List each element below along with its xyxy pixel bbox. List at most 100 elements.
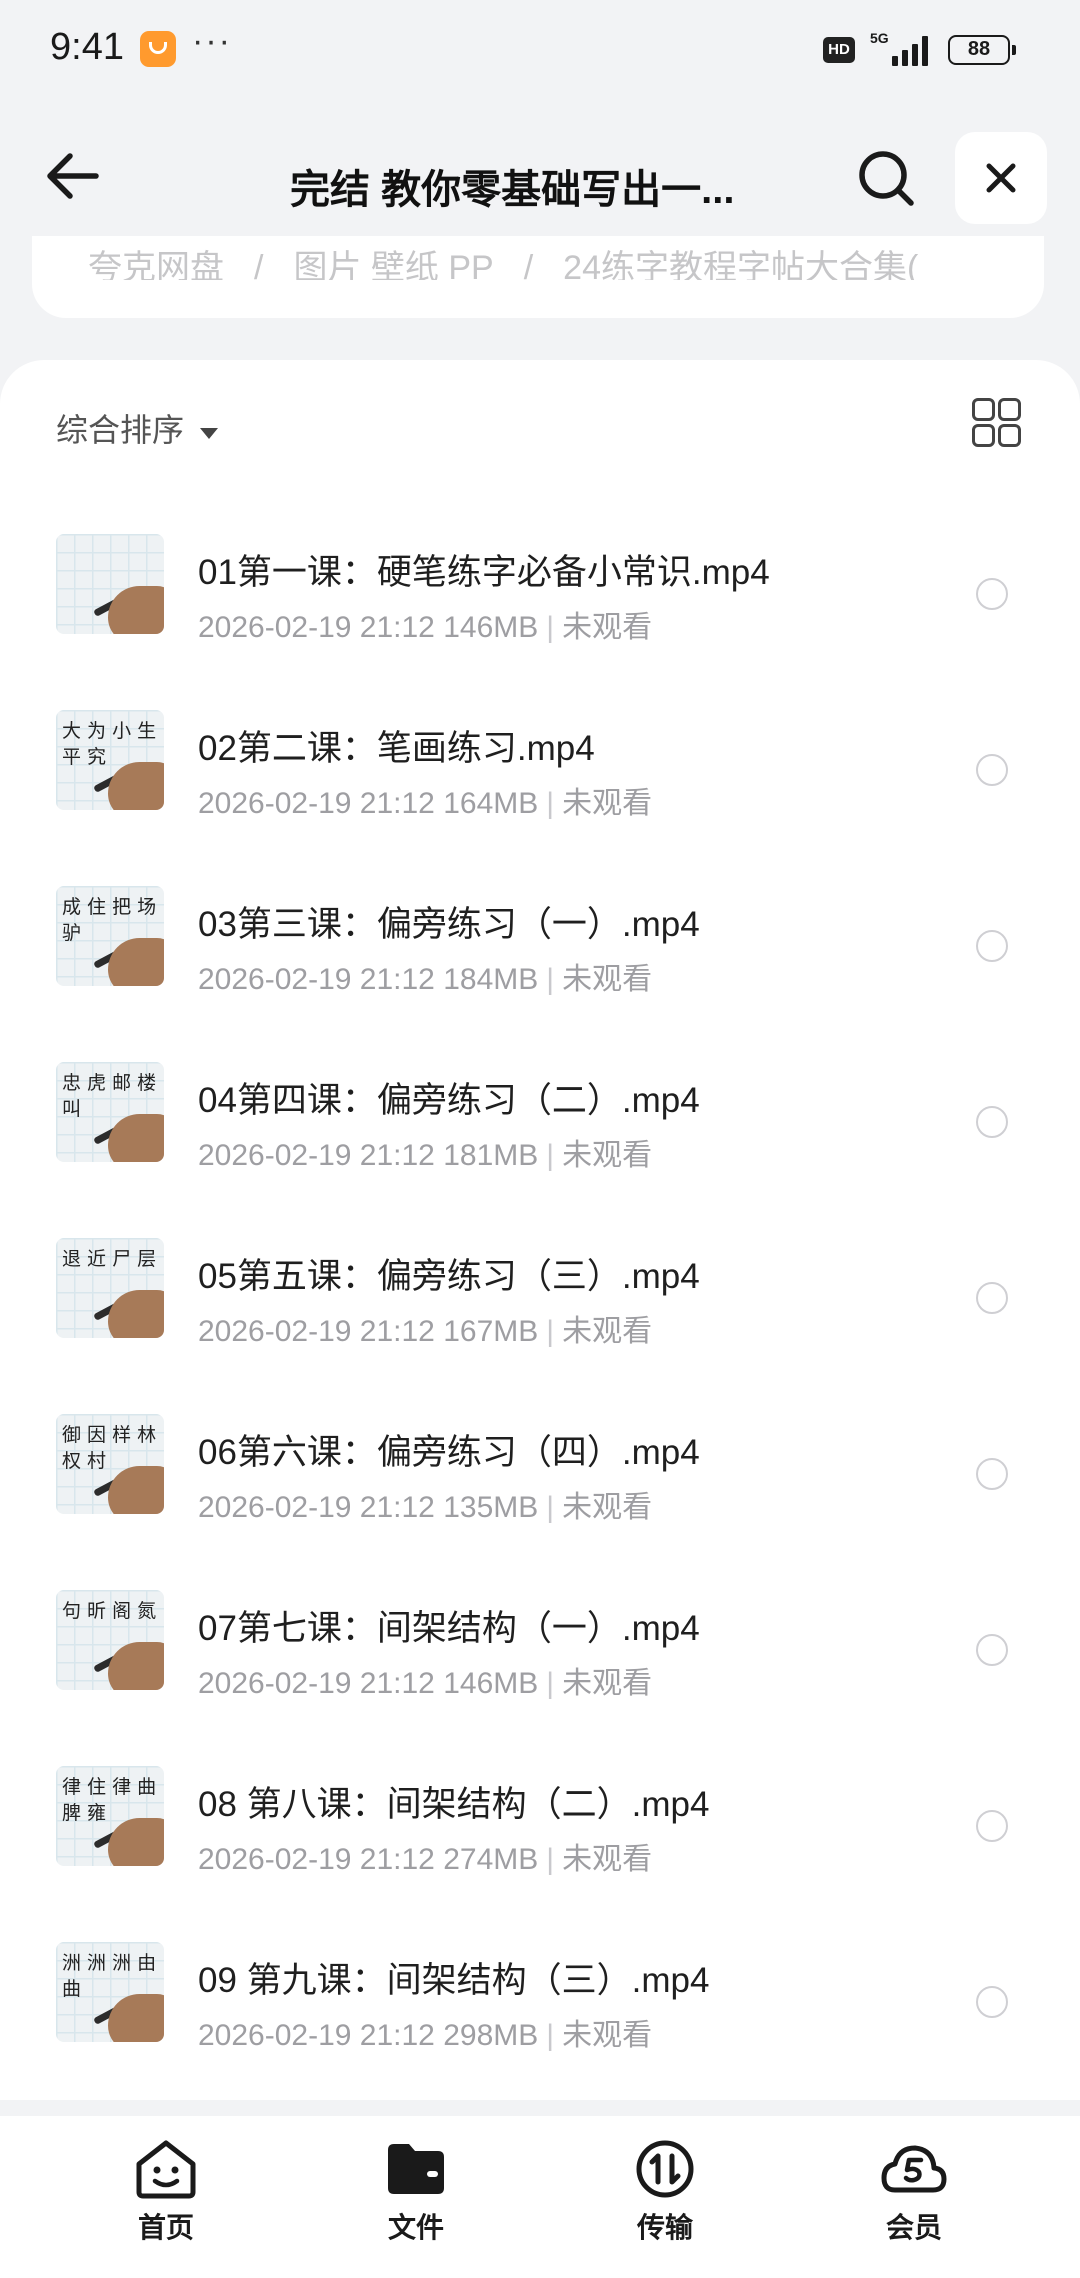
close-icon <box>986 163 1016 193</box>
close-button[interactable] <box>955 132 1047 224</box>
watch-status: 未观看 <box>562 1491 653 1524</box>
file-size: 274MB <box>443 1843 539 1876</box>
select-radio[interactable] <box>976 1986 1008 2018</box>
video-thumbnail: 洲 洲 洲 由 曲 <box>56 1942 164 2042</box>
video-thumbnail <box>56 534 164 634</box>
file-panel: 综合排序 01第一课：硬笔练字必备小常识.mp4 2026-02-19 21:12… <box>0 360 1080 2100</box>
tab-transfer[interactable]: 传输 <box>585 2138 745 2258</box>
sort-dropdown[interactable]: 综合排序 <box>56 405 219 455</box>
file-name: 09 第九课：间架结构（三）.mp4 <box>198 1961 710 2000</box>
select-radio[interactable] <box>976 1634 1008 1666</box>
page-title: 完结 教你零基础写出一... <box>290 168 735 212</box>
file-size: 184MB <box>443 963 539 996</box>
file-size: 298MB <box>443 2019 539 2052</box>
select-radio[interactable] <box>976 1810 1008 1842</box>
grid-view-toggle[interactable] <box>972 398 1022 448</box>
hd-icon: HD <box>823 37 855 63</box>
tab-files-label: 文件 <box>387 2212 444 2243</box>
arrow-left-icon <box>47 153 99 199</box>
file-row[interactable]: 01第一课：硬笔练字必备小常识.mp4 2026-02-19 21:12 146M… <box>0 510 1080 686</box>
file-size: 135MB <box>443 1491 539 1524</box>
file-size: 146MB <box>443 611 539 644</box>
file-row-partial[interactable] <box>0 2094 1080 2110</box>
battery-icon: 88 <box>948 35 1016 65</box>
file-row[interactable]: 洲 洲 洲 由 曲 09 第九课：间架结构（三）.mp4 2026-02-19 21… <box>0 1918 1080 2094</box>
video-thumbnail: 御 因 样 林 权 村 <box>56 1414 164 1514</box>
file-name: 01第一课：硬笔练字必备小常识.mp4 <box>198 553 770 592</box>
file-name: 07第七课：间架结构（一）.mp4 <box>198 1609 700 1648</box>
file-row[interactable]: 成 住 把 场 驴 03第三课：偏旁练习（一）.mp4 2026-02-19 21:… <box>0 862 1080 1038</box>
breadcrumb-item-folder[interactable]: 图片 壁纸 PP <box>293 240 493 280</box>
home-face-icon <box>136 2140 196 2199</box>
select-radio[interactable] <box>976 1458 1008 1490</box>
file-row[interactable]: 律 住 律 曲 脾 雍 08 第八课：间架结构（二）.mp4 2026-02-19 … <box>0 1742 1080 1918</box>
file-size: 146MB <box>443 1667 539 1700</box>
file-row[interactable]: 大 为 小 生 平 究 02第二课：笔画练习.mp4 2026-02-19 21:1… <box>0 686 1080 862</box>
file-date: 2026-02-19 21:12 <box>198 1491 435 1524</box>
watch-status: 未观看 <box>562 1843 653 1876</box>
back-button[interactable] <box>36 146 106 206</box>
file-meta: 2026-02-19 21:12 135MB | 未观看 <box>198 1491 653 1524</box>
file-name: 06第六课：偏旁练习（四）.mp4 <box>198 1433 700 1472</box>
file-date: 2026-02-19 21:12 <box>198 1667 435 1700</box>
thumbnail-handwriting: 句 昕 阁 氮 <box>62 1600 157 1622</box>
file-meta: 2026-02-19 21:12 274MB | 未观看 <box>198 1843 653 1876</box>
breadcrumb-item-current[interactable]: 24练字教程字帖大合集( <box>563 240 918 280</box>
file-meta: 2026-02-19 21:12 164MB | 未观看 <box>198 787 653 820</box>
video-thumbnail: 句 昕 阁 氮 <box>56 1590 164 1690</box>
breadcrumb: 夸克网盘 / 图片 壁纸 PP/24练字教程字帖大合集( <box>88 240 1038 280</box>
search-button[interactable] <box>852 144 922 214</box>
select-radio[interactable] <box>976 754 1008 786</box>
file-size: 167MB <box>443 1315 539 1348</box>
watch-status: 未观看 <box>562 1139 653 1172</box>
file-date: 2026-02-19 21:12 <box>198 963 435 996</box>
tab-files[interactable]: 文件 <box>336 2138 496 2258</box>
tab-member-label: 会员 <box>885 2212 942 2243</box>
file-name: 02第二课：笔画练习.mp4 <box>198 729 595 768</box>
select-radio[interactable] <box>976 1106 1008 1138</box>
watch-status: 未观看 <box>562 787 653 820</box>
file-name: 03第三课：偏旁练习（一）.mp4 <box>198 905 700 944</box>
status-overflow: ··· <box>192 22 232 60</box>
file-size: 181MB <box>443 1139 539 1172</box>
watch-status: 未观看 <box>562 1315 653 1348</box>
file-meta: 2026-02-19 21:12 181MB | 未观看 <box>198 1139 653 1172</box>
folder-icon <box>388 2144 444 2194</box>
file-row[interactable]: 御 因 样 林 权 村 06第六课：偏旁练习（四）.mp4 2026-02-19 2… <box>0 1390 1080 1566</box>
file-date: 2026-02-19 21:12 <box>198 2019 435 2052</box>
select-radio[interactable] <box>976 930 1008 962</box>
video-thumbnail: 退 近 尸 层 <box>56 1238 164 1338</box>
file-row[interactable]: 忠 虎 邮 楼 叫 04第四课：偏旁练习（二）.mp4 2026-02-19 21:… <box>0 1038 1080 1214</box>
file-meta: 2026-02-19 21:12 167MB | 未观看 <box>198 1315 653 1348</box>
tab-home[interactable]: 首页 <box>86 2138 246 2258</box>
file-list: 01第一课：硬笔练字必备小常识.mp4 2026-02-19 21:12 146M… <box>0 510 1080 2110</box>
file-row[interactable]: 退 近 尸 层 05第五课：偏旁练习（三）.mp4 2026-02-19 21:12… <box>0 1214 1080 1390</box>
file-date: 2026-02-19 21:12 <box>198 1843 435 1876</box>
file-row[interactable]: 句 昕 阁 氮 07第七课：间架结构（一）.mp4 2026-02-19 21:12… <box>0 1566 1080 1742</box>
bottom-tab-bar: 首页 文件 传输 会员 <box>0 2116 1080 2278</box>
video-thumbnail: 成 住 把 场 驴 <box>56 886 164 986</box>
file-date: 2026-02-19 21:12 <box>198 1139 435 1172</box>
breadcrumb-card: 夸克网盘 / 图片 壁纸 PP/24练字教程字帖大合集( <box>32 236 1044 318</box>
member-cloud-icon <box>881 2145 947 2193</box>
watch-status: 未观看 <box>562 963 653 996</box>
search-icon <box>859 151 914 206</box>
network-type: 5G <box>870 30 889 46</box>
breadcrumb-item-root[interactable]: 夸克网盘 <box>88 240 224 280</box>
sort-label: 综合排序 <box>56 412 185 448</box>
status-time: 9:41 <box>50 26 124 68</box>
file-meta: 2026-02-19 21:12 184MB | 未观看 <box>198 963 653 996</box>
file-name: 04第四课：偏旁练习（二）.mp4 <box>198 1081 700 1120</box>
tab-member[interactable]: 会员 <box>834 2138 994 2258</box>
watch-status: 未观看 <box>562 1667 653 1700</box>
video-thumbnail: 忠 虎 邮 楼 叫 <box>56 1062 164 1162</box>
video-thumbnail: 大 为 小 生 平 究 <box>56 710 164 810</box>
file-meta: 2026-02-19 21:12 298MB | 未观看 <box>198 2019 653 2052</box>
select-radio[interactable] <box>976 578 1008 610</box>
select-radio[interactable] <box>976 1282 1008 1314</box>
status-bar: 9:41 ··· HD 5G 88 <box>0 0 1080 100</box>
file-size: 164MB <box>443 787 539 820</box>
tab-transfer-label: 传输 <box>636 2212 693 2243</box>
tab-home-label: 首页 <box>137 2212 194 2243</box>
watch-status: 未观看 <box>562 2019 653 2052</box>
